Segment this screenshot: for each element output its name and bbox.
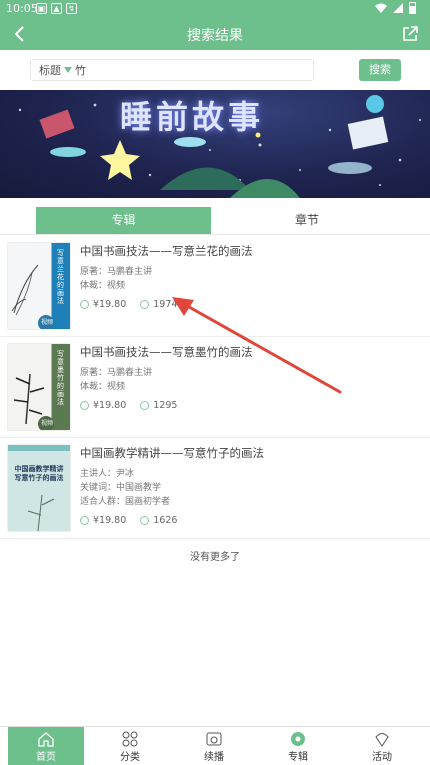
result-meta: 体裁：视频: [80, 281, 126, 291]
category-icon: [122, 731, 138, 747]
promo-banner[interactable]: 睡前故事: [0, 90, 430, 198]
notification-icon: ▣: [36, 3, 47, 14]
play-count: 1626: [153, 515, 178, 526]
result-stats: ¥19.80 1974: [80, 299, 420, 310]
bottom-nav: 首页 分类 续播 专辑 活动: [0, 726, 430, 765]
home-icon: [38, 732, 54, 747]
search-field-select[interactable]: 标题: [39, 62, 61, 78]
page-title: 搜索结果: [187, 28, 243, 44]
share-icon[interactable]: [400, 24, 420, 44]
status-notification-icons: ▣ ▲ ↯: [36, 3, 77, 14]
dropdown-triangle-icon[interactable]: [64, 67, 72, 73]
album-cover[interactable]: 写意墨竹的画法 视频: [8, 344, 70, 430]
result-item[interactable]: 中国画教学精讲 写意竹子的画法 中国画教学精讲——写意竹子的画法 主讲人：尹冰 …: [0, 438, 430, 539]
cover-badge: 视频: [40, 420, 53, 427]
no-more-text: 没有更多了: [190, 552, 240, 563]
play-count-icon: [140, 300, 150, 309]
result-item[interactable]: 写意墨竹的画法 视频 中国书画技法——写意墨竹的画法 原著：马鹏春主讲 体裁：视…: [0, 337, 430, 438]
cover-side-text: 写意墨竹的画法: [57, 350, 64, 406]
play-count-icon: [140, 516, 150, 525]
album-icon: [291, 732, 305, 746]
price-icon: [80, 401, 89, 410]
status-bar: 10:05 ▣ ▲ ↯: [0, 0, 430, 18]
result-meta: 主讲人：尹冰: [80, 469, 135, 479]
search-query-text: 竹: [75, 64, 86, 77]
price-icon: [80, 516, 89, 525]
play-count-icon: [140, 401, 150, 410]
result-meta: 体裁：视频: [80, 382, 126, 392]
status-time: 10:05: [6, 2, 38, 15]
nav-label: 分类: [120, 752, 140, 763]
battery-icon: [409, 2, 416, 14]
search-button[interactable]: 搜索: [359, 59, 401, 81]
album-cover[interactable]: 中国画教学精讲 写意竹子的画法: [8, 445, 70, 531]
play-count: 1974: [153, 299, 178, 310]
notification-icon: ▲: [51, 3, 62, 14]
nav-label: 首页: [36, 752, 56, 763]
title-bar: 搜索结果: [0, 18, 430, 50]
price-text: ¥19.80: [93, 400, 127, 411]
cover-side-text: 写意兰花的画法: [57, 249, 64, 305]
nav-label: 续播: [204, 752, 224, 763]
price-text: ¥19.80: [93, 515, 127, 526]
result-meta: 原著：马鹏春主讲: [80, 267, 153, 277]
result-meta: 关键词：中国画教学: [80, 483, 162, 493]
signal-icon: [393, 3, 403, 13]
play-count: 1295: [153, 400, 178, 411]
result-meta: 适合人群：国画初学者: [80, 497, 171, 507]
status-right-icons: [375, 2, 416, 14]
result-stats: ¥19.80 1295: [80, 400, 420, 411]
notification-icon: ↯: [66, 3, 77, 14]
nav-resume[interactable]: 续播: [176, 727, 252, 765]
cover-badge: 视频: [40, 319, 53, 326]
album-cover[interactable]: 写意兰花的画法 视频: [8, 243, 70, 329]
result-stats: ¥19.80 1626: [80, 515, 420, 526]
nav-category[interactable]: 分类: [92, 727, 168, 765]
search-input[interactable]: 标题 竹: [30, 59, 314, 81]
result-meta: 原著：马鹏春主讲: [80, 368, 153, 378]
result-title[interactable]: 中国画教学精讲——写意竹子的画法: [80, 445, 420, 461]
price-text: ¥19.80: [93, 299, 127, 310]
wifi-icon: [375, 3, 387, 13]
result-title[interactable]: 中国书画技法——写意墨竹的画法: [80, 344, 420, 360]
banner-title: 睡前故事: [120, 98, 265, 136]
nav-album[interactable]: 专辑: [260, 727, 336, 765]
nav-home[interactable]: 首页: [8, 727, 84, 765]
result-item[interactable]: 写意兰花的画法 视频 中国书画技法——写意兰花的画法 原著：马鹏春主讲 体裁：视…: [0, 236, 430, 337]
activity-icon: [375, 733, 389, 747]
tab-chapter[interactable]: 章节: [212, 207, 402, 234]
search-row: 标题 竹 搜索: [0, 50, 430, 90]
result-title[interactable]: 中国书画技法——写意兰花的画法: [80, 243, 420, 259]
nav-activity[interactable]: 活动: [344, 727, 420, 765]
tab-album[interactable]: 专辑: [36, 207, 211, 234]
result-tabs: 专辑 章节: [0, 207, 430, 235]
resume-icon: [206, 732, 222, 746]
nav-label: 专辑: [288, 752, 308, 763]
nav-label: 活动: [372, 752, 392, 763]
bamboo-sketch: [8, 445, 70, 531]
price-icon: [80, 300, 89, 309]
